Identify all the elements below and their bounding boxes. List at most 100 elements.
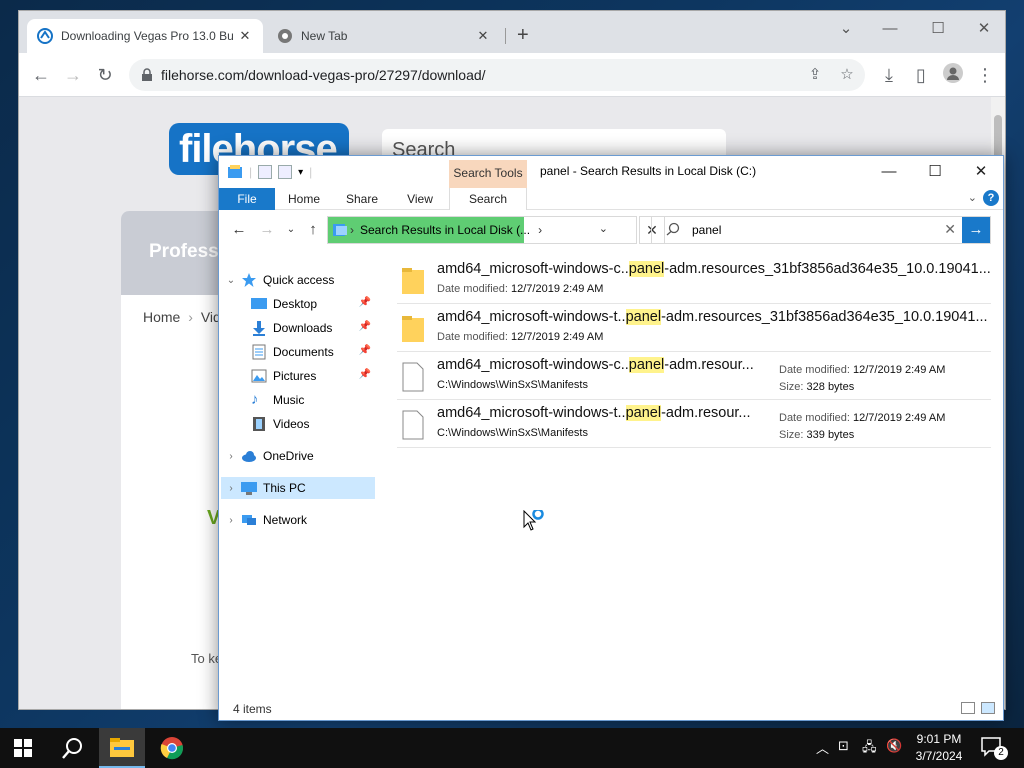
tab-search[interactable]: Search xyxy=(449,188,527,210)
pin-icon: 📌 xyxy=(358,369,371,380)
search-go-icon[interactable]: → xyxy=(962,217,990,243)
nav-item-desktop[interactable]: Desktop 📌 xyxy=(221,293,375,315)
menu-kebab-icon[interactable]: ⋮ xyxy=(973,63,997,87)
file-size: Size: 339 bytes xyxy=(779,429,855,441)
list-item[interactable]: amd64_microsoft-windows-t..panel-adm.res… xyxy=(397,306,991,352)
pin-icon: 📌 xyxy=(358,345,371,356)
share-icon[interactable]: ⇪ xyxy=(805,65,825,85)
search-results-list: amd64_microsoft-windows-c..panel-adm.res… xyxy=(397,256,997,696)
new-tab-icon[interactable]: + xyxy=(517,25,529,45)
file-path: C:\Windows\WinSxS\Manifests xyxy=(437,427,588,439)
music-note-icon: ♪ xyxy=(251,391,259,408)
new-folder-icon[interactable] xyxy=(278,165,293,179)
qat-dropdown-icon[interactable]: ▾ xyxy=(298,167,303,178)
close-window-icon[interactable]: ✕ xyxy=(969,17,999,41)
nav-item-this-pc[interactable]: › This PC xyxy=(221,477,375,499)
nav-item-documents[interactable]: Documents 📌 xyxy=(221,341,375,363)
breadcrumb-home[interactable]: Home xyxy=(143,309,180,325)
back-icon[interactable]: ← xyxy=(29,63,53,87)
pin-icon: 📌 xyxy=(358,297,371,308)
qat-divider: | xyxy=(249,165,253,179)
expand-ribbon-icon[interactable]: ⌄ xyxy=(968,191,977,204)
expand-chevron-icon[interactable]: › xyxy=(221,451,241,462)
nav-item-music[interactable]: ♪ Music xyxy=(221,389,375,411)
close-tab-icon[interactable]: ✕ xyxy=(237,28,253,44)
nav-item-network[interactable]: › Network xyxy=(221,509,375,531)
tab-separator xyxy=(505,28,506,44)
nav-item-pictures[interactable]: Pictures 📌 xyxy=(221,365,375,387)
details-view-icon[interactable] xyxy=(961,702,975,714)
help-icon[interactable]: ? xyxy=(983,190,999,206)
taskbar-file-explorer[interactable] xyxy=(99,728,145,768)
forward-icon[interactable]: → xyxy=(61,63,85,87)
url-text: filehorse.com/download-vegas-pro/27297/d… xyxy=(161,67,486,83)
list-item[interactable]: amd64_microsoft-windows-t..panel-adm.res… xyxy=(397,402,991,448)
file-date: Date modified: 12/7/2019 2:49 AM xyxy=(437,331,604,343)
clock[interactable]: 9:01 PM 3/7/2024 xyxy=(906,731,972,765)
documents-icon xyxy=(252,344,266,360)
security-icon[interactable]: ⊡ xyxy=(838,738,849,754)
address-bar[interactable]: filehorse.com/download-vegas-pro/27297/d… xyxy=(129,59,865,91)
file-name: amd64_microsoft-windows-c..panel-adm.res… xyxy=(437,261,991,277)
reload-icon[interactable]: ↻ xyxy=(93,63,117,87)
side-panel-icon[interactable]: ▯ xyxy=(909,63,933,87)
computer-icon xyxy=(241,482,257,495)
taskbar-chrome[interactable] xyxy=(149,728,195,768)
search-box[interactable]: panel ✕ → xyxy=(651,216,991,244)
videos-film-icon xyxy=(253,417,265,431)
maximize-icon[interactable]: ☐ xyxy=(923,17,953,41)
tab-new-tab[interactable]: New Tab ✕ xyxy=(267,19,501,53)
show-hidden-icons-icon[interactable]: ︿ xyxy=(816,738,829,757)
address-bar[interactable]: › Search Results in Local Disk (... › ⌄ xyxy=(327,216,637,244)
item-count: 4 items xyxy=(233,702,272,716)
tab-file[interactable]: File xyxy=(219,188,275,210)
file-name: amd64_microsoft-windows-t..panel-adm.res… xyxy=(437,309,988,325)
search-icon xyxy=(666,222,680,236)
nav-item-downloads[interactable]: Downloads 📌 xyxy=(221,317,375,339)
nav-item-quick-access[interactable]: ⌄ Quick access xyxy=(221,269,375,291)
bookmark-star-icon[interactable]: ☆ xyxy=(837,65,857,85)
tab-search-icon[interactable]: ⌄ xyxy=(831,17,861,41)
tab-downloading-vegas[interactable]: Downloading Vegas Pro 13.0 Bu ✕ xyxy=(27,19,263,53)
maximize-icon[interactable]: ☐ xyxy=(915,160,955,184)
filehorse-favicon-icon xyxy=(37,28,53,44)
collapse-chevron-icon[interactable]: ⌄ xyxy=(221,275,241,286)
notification-count-badge: 2 xyxy=(994,746,1008,760)
search-results-icon xyxy=(333,224,347,236)
notification-center-icon[interactable]: 2 xyxy=(980,736,1008,760)
volume-muted-icon[interactable]: 🔇 xyxy=(886,738,902,754)
taskbar-search-button[interactable] xyxy=(50,728,96,768)
list-item[interactable]: amd64_microsoft-windows-c..panel-adm.res… xyxy=(397,354,991,400)
lock-icon xyxy=(142,68,152,81)
expand-chevron-icon[interactable]: › xyxy=(221,483,241,494)
minimize-icon[interactable]: — xyxy=(875,17,905,41)
tab-title: Downloading Vegas Pro 13.0 Bu xyxy=(61,29,234,43)
recent-locations-icon[interactable]: ⌄ xyxy=(281,220,301,240)
star-icon xyxy=(242,273,256,287)
tab-share[interactable]: Share xyxy=(339,188,385,210)
network-status-icon[interactable]: 🖧 xyxy=(862,738,877,760)
tab-view[interactable]: View xyxy=(397,188,443,210)
address-dropdown-icon[interactable]: ⌄ xyxy=(599,222,608,235)
start-button[interactable] xyxy=(0,728,46,768)
close-window-icon[interactable]: ✕ xyxy=(961,160,1001,184)
properties-icon[interactable] xyxy=(258,165,273,179)
download-icon[interactable]: ⤓ xyxy=(877,63,901,87)
clear-search-icon[interactable]: ✕ xyxy=(944,221,956,238)
nav-item-videos[interactable]: Videos xyxy=(221,413,375,435)
back-icon[interactable]: ← xyxy=(229,220,249,240)
search-input[interactable]: panel xyxy=(692,223,721,237)
close-tab-icon[interactable]: ✕ xyxy=(475,28,491,44)
minimize-icon[interactable]: — xyxy=(869,160,909,184)
qat-divider: | xyxy=(309,165,313,179)
file-name: amd64_microsoft-windows-t..panel-adm.res… xyxy=(437,405,751,421)
nav-item-onedrive[interactable]: › OneDrive xyxy=(221,445,375,467)
large-icons-view-icon[interactable] xyxy=(981,702,995,714)
up-icon[interactable]: ↑ xyxy=(303,220,323,240)
clock-time: 9:01 PM xyxy=(916,732,962,746)
tab-home[interactable]: Home xyxy=(281,188,327,210)
forward-icon[interactable]: → xyxy=(257,220,277,240)
profile-avatar-icon[interactable] xyxy=(941,63,965,87)
expand-chevron-icon[interactable]: › xyxy=(221,515,241,526)
list-item[interactable]: amd64_microsoft-windows-c..panel-adm.res… xyxy=(397,258,991,304)
